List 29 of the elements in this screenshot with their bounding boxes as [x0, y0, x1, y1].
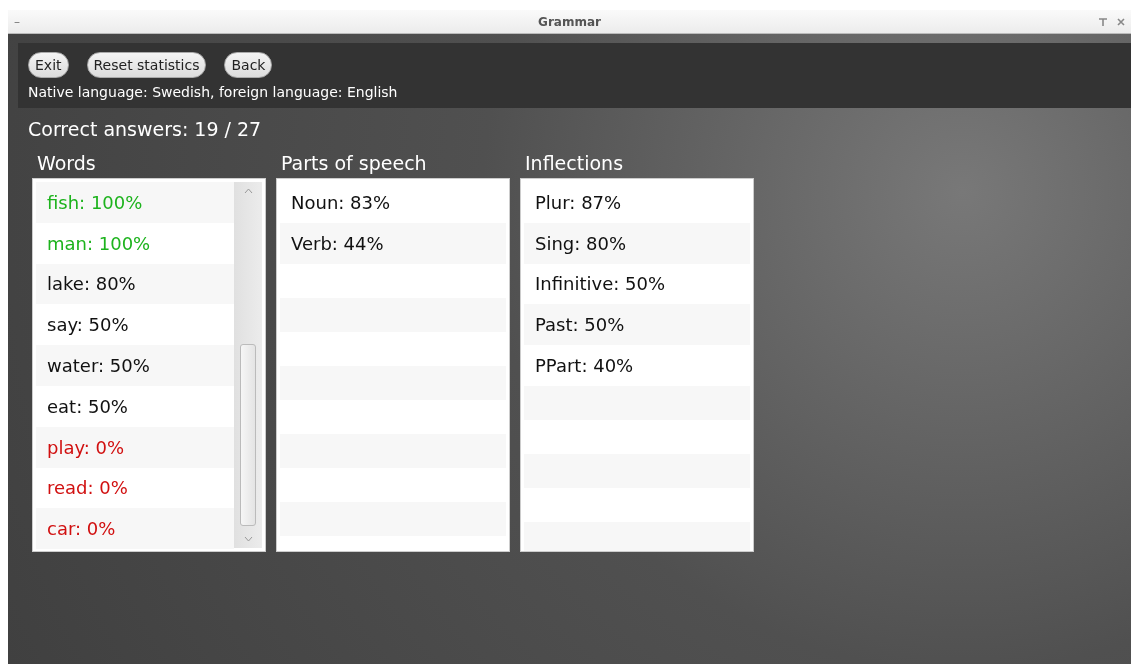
- list-item[interactable]: PPart: 40%: [524, 345, 750, 386]
- list-item[interactable]: Verb: 44%: [280, 222, 506, 264]
- pin-icon[interactable]: [1099, 17, 1107, 26]
- list-title: Parts of speech: [281, 152, 428, 174]
- window-title: Grammar: [537, 14, 602, 29]
- list-title: Inflections: [525, 152, 625, 174]
- list-item[interactable]: Sing: 80%: [524, 222, 750, 264]
- list-title: Words: [37, 152, 97, 174]
- close-icon[interactable]: [1117, 17, 1125, 26]
- list-item[interactable]: Past: 50%: [524, 304, 750, 346]
- list-item[interactable]: play: 0%: [36, 426, 234, 468]
- list-item[interactable]: say: 50%: [36, 304, 234, 346]
- list-item[interactable]: water: 50%: [36, 345, 234, 386]
- score-text: Correct answers: 19 / 27: [28, 118, 263, 140]
- minimize-button[interactable]: –: [14, 14, 54, 29]
- toolbar-button[interactable]: Reset statistics: [86, 52, 207, 78]
- toolbar-button[interactable]: Exit: [28, 52, 69, 78]
- list-item[interactable]: lake: 80%: [36, 263, 234, 305]
- list-item[interactable]: eat: 50%: [36, 386, 234, 427]
- list-item[interactable]: Plur: 87%: [524, 182, 750, 223]
- toolbar-button[interactable]: Back: [224, 52, 273, 78]
- scroll-up-icon[interactable]: [243, 188, 253, 194]
- scroll-down-icon[interactable]: [243, 536, 253, 542]
- list-item[interactable]: car: 0%: [36, 508, 234, 550]
- list-item[interactable]: Noun: 83%: [280, 182, 506, 223]
- scrollbar[interactable]: [234, 182, 262, 548]
- list-item[interactable]: Infinitive: 50%: [524, 263, 750, 305]
- language-info: Native language: Swedish, foreign language: English: [28, 84, 399, 100]
- list-item[interactable]: read: 0%: [36, 467, 234, 509]
